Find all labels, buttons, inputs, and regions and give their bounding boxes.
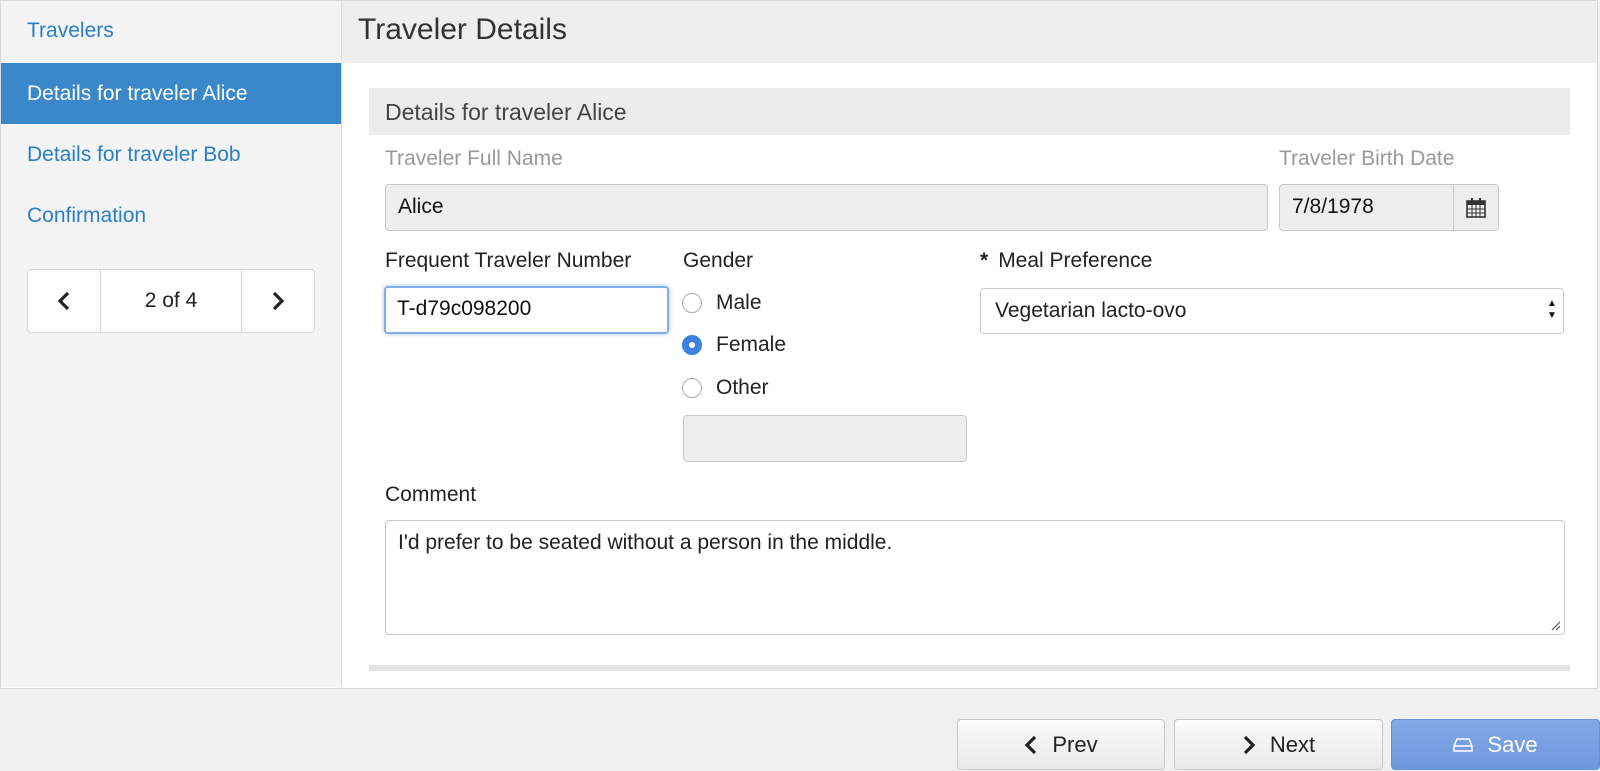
frequent-number-label: Frequent Traveler Number <box>385 249 632 272</box>
save-button-label: Save <box>1487 731 1538 757</box>
radio-female[interactable] <box>682 335 702 355</box>
panel-title: Details for traveler Alice <box>385 99 627 125</box>
chevron-right-icon <box>1242 735 1256 755</box>
radio-other[interactable] <box>682 378 702 398</box>
radio-other-label: Other <box>716 376 769 399</box>
prev-button[interactable]: Prev <box>957 719 1165 770</box>
radio-male[interactable] <box>682 293 702 313</box>
sidebar: Travelers Details for traveler Alice Det… <box>1 1 342 687</box>
save-button[interactable]: Save <box>1391 719 1600 770</box>
meal-select[interactable]: Vegetarian lacto-ovo ▲ ▼ <box>980 288 1564 334</box>
chevron-right-icon <box>272 291 285 311</box>
sidebar-item-bob[interactable]: Details for traveler Bob <box>1 124 341 185</box>
comment-textarea[interactable]: I'd prefer to be seated without a person… <box>385 520 1565 635</box>
gender-label: Gender <box>683 249 754 272</box>
next-button-label: Next <box>1269 731 1316 757</box>
pager-prev-button[interactable] <box>28 270 101 332</box>
pager: 2 of 4 <box>27 269 315 333</box>
chevron-left-icon <box>1024 735 1038 755</box>
calendar-icon <box>1466 197 1486 218</box>
gender-other-input[interactable] <box>683 415 967 462</box>
calendar-button[interactable] <box>1453 184 1499 231</box>
panel-divider <box>369 665 1570 671</box>
select-arrows-icon: ▲ ▼ <box>1547 298 1557 321</box>
full-name-field[interactable]: Alice <box>385 184 1268 231</box>
prev-button-label: Prev <box>1052 731 1098 757</box>
birth-date-label: Traveler Birth Date <box>1279 147 1455 170</box>
gender-option-male[interactable]: Male <box>682 288 762 318</box>
save-drive-icon <box>1453 737 1474 753</box>
frequent-number-input[interactable]: T-d79c098200 <box>384 286 669 334</box>
resize-grip-icon[interactable] <box>1549 619 1561 631</box>
pager-indicator: 2 of 4 <box>144 289 198 312</box>
full-name-label: Traveler Full Name <box>385 147 563 170</box>
main-header: Traveler Details <box>342 1 1597 63</box>
birth-date-field[interactable]: 7/8/1978 <box>1279 184 1454 231</box>
gender-option-female[interactable]: Female <box>682 330 786 360</box>
comment-text: I'd prefer to be seated without a person… <box>398 531 893 554</box>
pager-next-button[interactable] <box>241 270 314 332</box>
sidebar-item-alice[interactable]: Details for traveler Alice <box>1 63 341 124</box>
meal-label-text: Meal Preference <box>998 249 1153 272</box>
radio-male-label: Male <box>716 291 762 314</box>
comment-label: Comment <box>385 483 477 506</box>
panel-header: Details for traveler Alice <box>369 88 1570 135</box>
meal-select-value: Vegetarian lacto-ovo <box>995 299 1187 322</box>
radio-female-label: Female <box>716 333 787 356</box>
next-button[interactable]: Next <box>1174 719 1383 770</box>
page-title: Traveler Details <box>358 13 567 46</box>
sidebar-item-confirmation[interactable]: Confirmation <box>1 185 341 246</box>
chevron-left-icon <box>57 291 70 311</box>
meal-label: * Meal Preference <box>980 249 1152 273</box>
gender-option-other[interactable]: Other <box>682 373 769 403</box>
sidebar-item-travelers[interactable]: Travelers <box>1 1 341 63</box>
required-marker: * <box>980 249 989 272</box>
